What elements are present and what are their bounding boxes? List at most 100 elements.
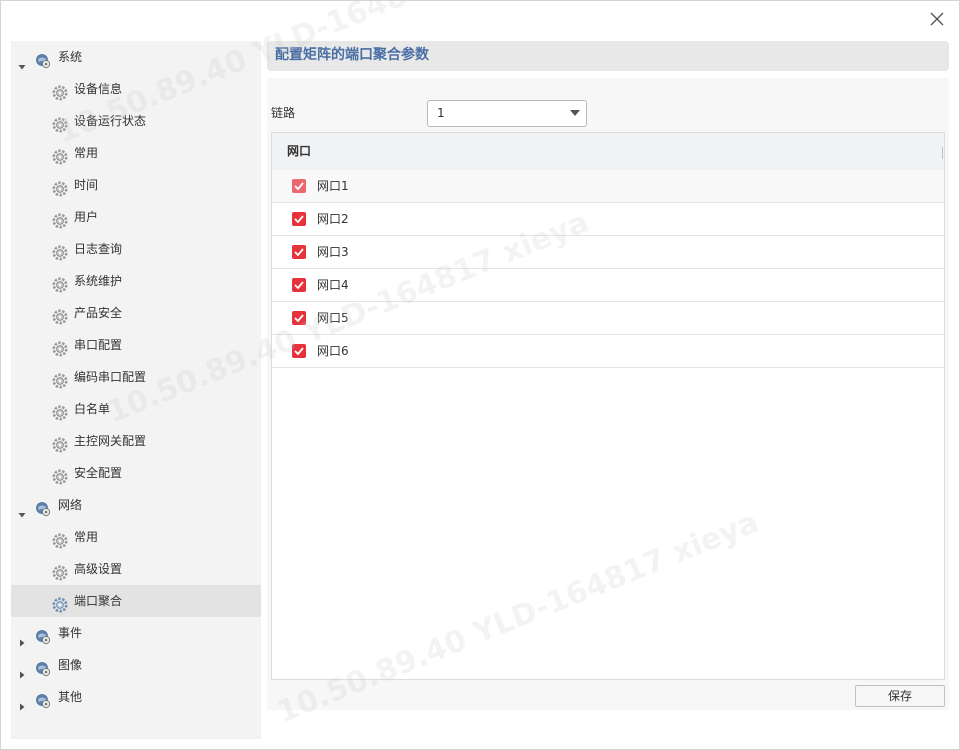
sidebar-item[interactable]: 设备运行状态 xyxy=(11,105,261,137)
globe-gear-icon xyxy=(35,497,51,517)
sidebar-item[interactable]: 日志查询 xyxy=(11,233,261,265)
table-row[interactable]: 网口2 xyxy=(272,203,944,236)
sidebar-item-label: 串口配置 xyxy=(74,338,123,352)
table-row[interactable]: 网口5 xyxy=(272,302,944,335)
footer-bar xyxy=(267,680,949,710)
sidebar-group[interactable]: 系统 xyxy=(11,41,261,73)
gear-icon xyxy=(52,369,68,389)
port-checkbox[interactable] xyxy=(292,344,306,358)
port-label: 网口2 xyxy=(317,212,349,226)
panel-header: 配置矩阵的端口聚合参数 xyxy=(267,41,949,71)
column-header-port: 网口 xyxy=(287,144,312,158)
table-row[interactable]: 网口3 xyxy=(272,236,944,269)
sidebar-item[interactable]: 端口聚合 xyxy=(11,585,261,617)
sidebar-item-label: 安全配置 xyxy=(74,466,123,480)
close-icon xyxy=(930,12,944,26)
sidebar-item[interactable]: 常用 xyxy=(11,521,261,553)
table-row[interactable]: 网口4 xyxy=(272,269,944,302)
chevron-right-icon[interactable] xyxy=(17,628,27,647)
sidebar-item-label: 用户 xyxy=(74,210,99,224)
gear-icon xyxy=(52,81,68,101)
sidebar-item-label: 产品安全 xyxy=(74,306,123,320)
sidebar-item[interactable]: 白名单 xyxy=(11,393,261,425)
chevron-down-icon[interactable] xyxy=(17,52,27,70)
sidebar-item[interactable]: 安全配置 xyxy=(11,457,261,489)
gear-icon xyxy=(52,241,68,261)
port-checkbox[interactable] xyxy=(292,311,306,325)
sidebar-item-label: 系统维护 xyxy=(74,274,123,288)
gear-icon xyxy=(52,529,68,549)
sidebar-item-label: 常用 xyxy=(74,146,99,160)
sidebar-group[interactable]: 图像 xyxy=(11,649,261,681)
sidebar-item-label: 端口聚合 xyxy=(74,594,123,608)
port-checkbox[interactable] xyxy=(292,245,306,259)
gear-icon xyxy=(52,305,68,325)
port-label: 网口5 xyxy=(317,311,349,325)
port-label: 网口3 xyxy=(317,245,349,259)
port-checkbox[interactable] xyxy=(292,179,306,193)
sidebar-item[interactable]: 常用 xyxy=(11,137,261,169)
save-button[interactable]: 保存 xyxy=(855,685,945,707)
table-row[interactable]: 网口1 xyxy=(272,170,944,203)
sidebar-item[interactable]: 设备信息 xyxy=(11,73,261,105)
sidebar-item[interactable]: 时间 xyxy=(11,169,261,201)
gear-icon xyxy=(52,465,68,485)
sidebar-group-label: 其他 xyxy=(58,690,83,704)
link-select-value: 1 xyxy=(437,106,445,120)
sidebar-item[interactable]: 用户 xyxy=(11,201,261,233)
gear-icon xyxy=(52,561,68,581)
port-checkbox[interactable] xyxy=(292,278,306,292)
close-button[interactable] xyxy=(926,8,948,30)
table-row[interactable]: 网口6 xyxy=(272,335,944,368)
port-label: 网口4 xyxy=(317,278,349,292)
chevron-down-icon[interactable] xyxy=(17,500,27,518)
sidebar-item-label: 常用 xyxy=(74,530,99,544)
sidebar-item-label: 编码串口配置 xyxy=(74,370,147,384)
sidebar-item[interactable]: 串口配置 xyxy=(11,329,261,361)
port-label: 网口1 xyxy=(317,179,349,193)
globe-gear-icon xyxy=(35,657,51,677)
gear-icon xyxy=(52,401,68,421)
sidebar-group[interactable]: 事件 xyxy=(11,617,261,649)
sidebar-item[interactable]: 编码串口配置 xyxy=(11,361,261,393)
table-header: 网口 xyxy=(272,133,944,171)
gear-icon xyxy=(52,177,68,197)
chevron-right-icon[interactable] xyxy=(17,660,27,679)
sidebar-item[interactable]: 高级设置 xyxy=(11,553,261,585)
sidebar-item-label: 设备运行状态 xyxy=(74,114,147,128)
sidebar-group[interactable]: 网络 xyxy=(11,489,261,521)
gear-icon xyxy=(52,209,68,229)
sidebar-group-label: 网络 xyxy=(58,498,83,512)
sidebar-group-label: 图像 xyxy=(58,658,83,672)
page-title: 配置矩阵的端口聚合参数 xyxy=(275,47,429,63)
gear-icon xyxy=(52,593,68,613)
sidebar-item-label: 白名单 xyxy=(74,402,111,416)
sidebar-item[interactable]: 系统维护 xyxy=(11,265,261,297)
gear-icon xyxy=(52,145,68,165)
sidebar-item-label: 时间 xyxy=(74,178,99,192)
port-checkbox[interactable] xyxy=(292,212,306,226)
gear-icon xyxy=(52,113,68,133)
gear-icon xyxy=(52,433,68,453)
sidebar-item-label: 高级设置 xyxy=(74,562,123,576)
link-label: 链路 xyxy=(271,106,296,120)
port-table: 网口 网口1 网口2 网口3 网口4 网口5 网口6 xyxy=(271,132,945,680)
chevron-right-icon[interactable] xyxy=(17,692,27,711)
gear-icon xyxy=(52,337,68,357)
sidebar-group-label: 系统 xyxy=(58,50,83,64)
sidebar-item[interactable]: 主控网关配置 xyxy=(11,425,261,457)
sidebar-item-label: 主控网关配置 xyxy=(74,434,147,448)
globe-gear-icon xyxy=(35,689,51,709)
sidebar-tree: 系统 设备信息 设备运行状态 常用 时间 用户 日志查询 系统维护 产品安全 串口配置 编码串口配置… xyxy=(11,41,261,739)
link-select[interactable]: 1 xyxy=(427,100,587,127)
sidebar-item-label: 日志查询 xyxy=(74,242,123,256)
column-resize-handle[interactable] xyxy=(942,147,943,159)
globe-gear-icon xyxy=(35,49,51,69)
sidebar-item[interactable]: 产品安全 xyxy=(11,297,261,329)
gear-icon xyxy=(52,273,68,293)
port-label: 网口6 xyxy=(317,344,349,358)
chevron-down-icon xyxy=(570,110,580,116)
sidebar-group[interactable]: 其他 xyxy=(11,681,261,713)
globe-gear-icon xyxy=(35,625,51,645)
sidebar-group-label: 事件 xyxy=(58,626,83,640)
